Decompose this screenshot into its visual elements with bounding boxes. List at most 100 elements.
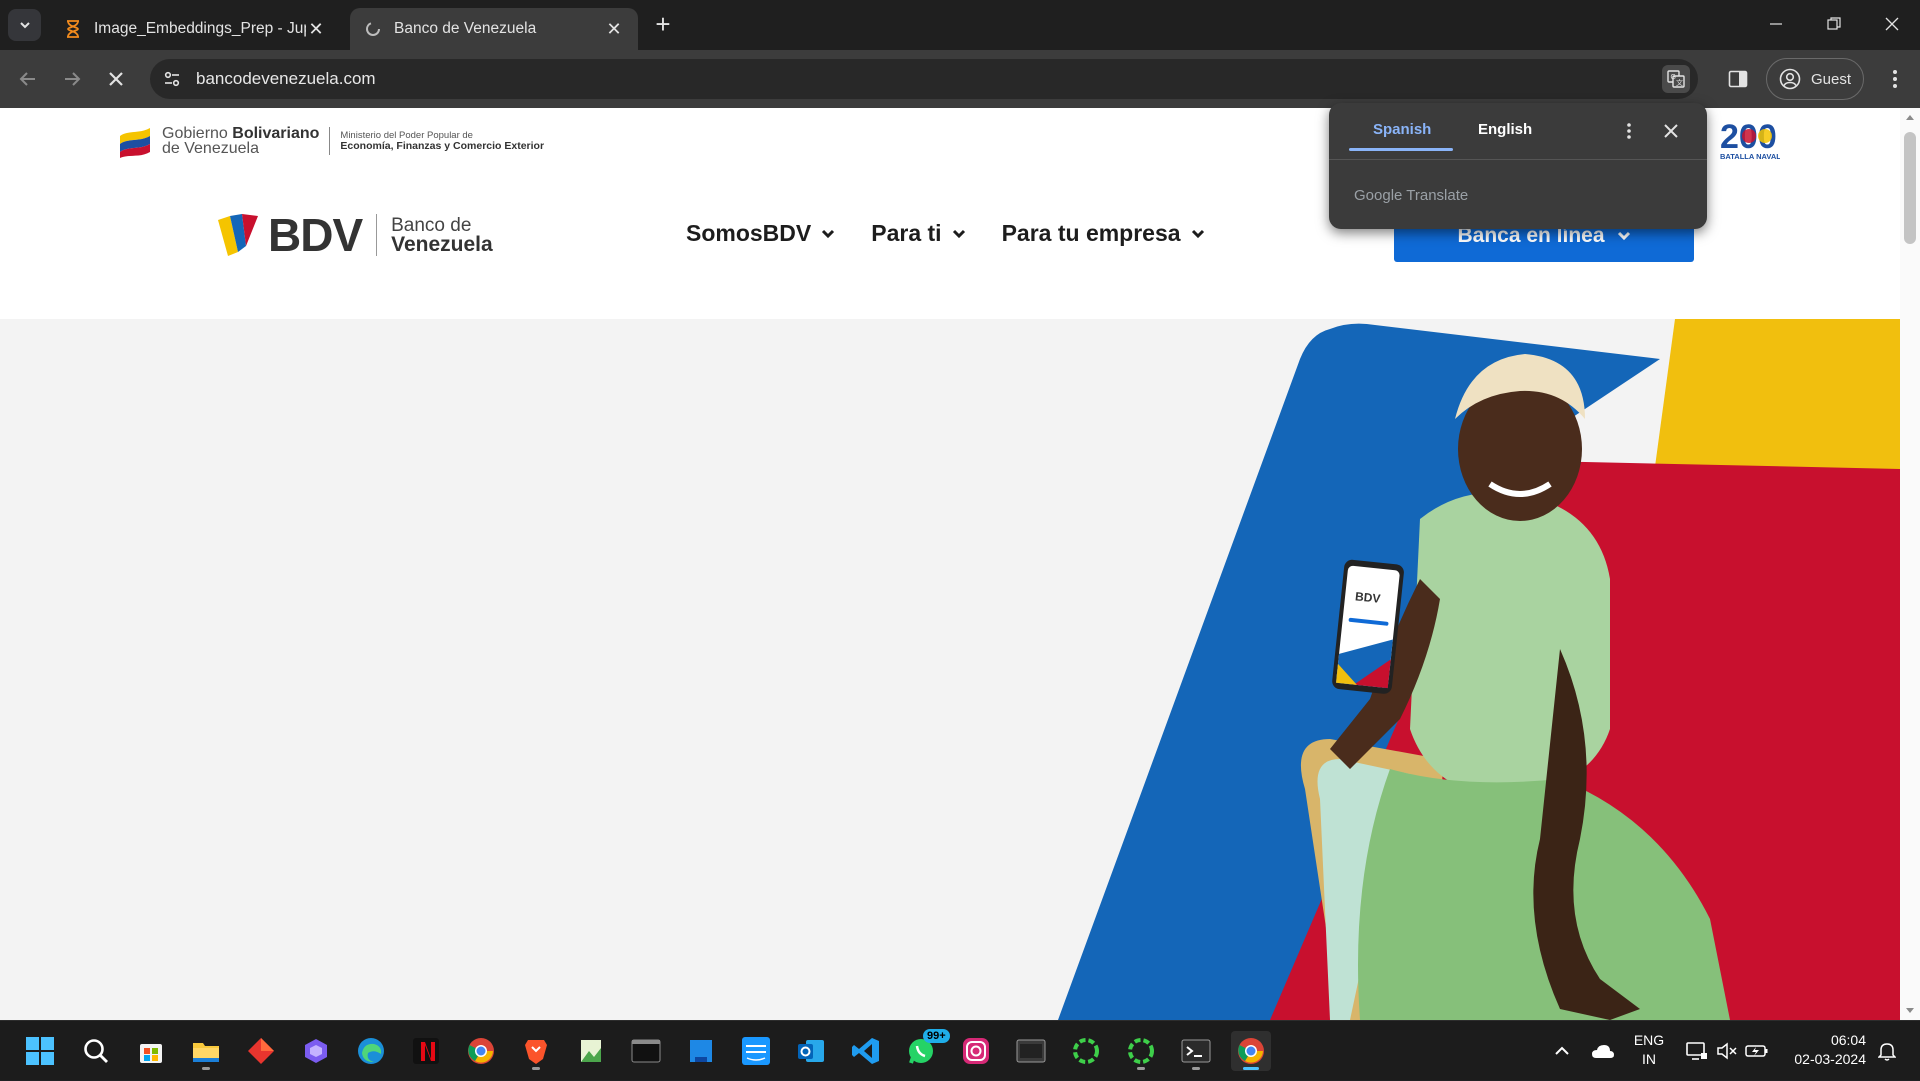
app-blue-icon (690, 1040, 712, 1062)
start-button[interactable] (20, 1031, 60, 1071)
arrow-right-icon (65, 72, 81, 86)
close-icon (109, 72, 123, 86)
profile-label: Guest (1811, 70, 1852, 88)
app-red-icon (248, 1038, 274, 1064)
taskbar-app-window[interactable] (1011, 1031, 1051, 1071)
network-icon (1686, 1042, 1707, 1060)
taskbar-whatsapp[interactable]: 99+ (901, 1029, 950, 1071)
taskbar-edge[interactable] (351, 1031, 391, 1071)
nav-somosbdv[interactable]: SomosBDV (686, 220, 835, 247)
input-language[interactable]: ENG IN (1626, 1031, 1672, 1069)
taskbar-chrome-active[interactable] (1231, 1031, 1271, 1071)
nav-para-tu-empresa[interactable]: Para tu empresa (1002, 220, 1205, 247)
bdv-logo[interactable]: BDV Banco de Venezuela (216, 208, 493, 262)
tab-search-button[interactable] (8, 9, 41, 41)
taskbar-app-red[interactable] (241, 1031, 281, 1071)
chevron-down-icon (19, 22, 30, 29)
browser-menu-button[interactable] (1880, 64, 1910, 94)
nav-para-ti[interactable]: Para ti (871, 220, 965, 247)
taskbar-search[interactable] (76, 1031, 116, 1071)
nav-label: SomosBDV (686, 220, 812, 246)
taskbar-app-ring-2[interactable] (1121, 1031, 1161, 1071)
taskbar-file-explorer[interactable] (186, 1031, 226, 1071)
translate-tab-spanish[interactable]: Spanish (1373, 121, 1431, 138)
close-icon[interactable]: ✕ (306, 19, 326, 39)
government-header: Gobierno Bolivariano de Venezuela Minist… (118, 124, 544, 158)
chrome-icon (1238, 1038, 1264, 1064)
logo-divider (376, 214, 378, 256)
forward-button[interactable] (54, 61, 90, 97)
taskbar-clock[interactable]: 06:04 02-03-2024 (1782, 1031, 1866, 1069)
scroll-thumb[interactable] (1904, 132, 1916, 244)
translate-close-button[interactable] (1659, 119, 1683, 143)
tab-jupyter[interactable]: Image_Embeddings_Prep - Jupy ✕ (50, 8, 340, 50)
close-window-button[interactable] (1872, 8, 1912, 40)
tab-title: Banco de Venezuela (394, 20, 537, 37)
instagram-icon (963, 1038, 989, 1064)
guest-avatar-icon (1779, 68, 1801, 90)
batalla-naval-200-logo: 200 BATALLA NAVAL (1718, 116, 1781, 166)
taskbar-vscode[interactable] (846, 1031, 886, 1071)
translate-tab-english[interactable]: English (1478, 121, 1532, 138)
taskbar-outlook[interactable] (791, 1031, 831, 1071)
taskbar-netflix[interactable] (406, 1031, 446, 1071)
terminal-icon (1181, 1039, 1211, 1063)
taskbar-instagram[interactable] (956, 1031, 996, 1071)
battery-button[interactable] (1744, 1021, 1770, 1081)
restore-icon (1827, 17, 1841, 30)
notifications-button[interactable] (1874, 1021, 1900, 1081)
taskbar-app-green[interactable] (571, 1031, 611, 1071)
profile-button[interactable]: Guest (1766, 58, 1864, 100)
taskbar-app-blue[interactable] (681, 1031, 721, 1071)
translate-icon[interactable]: G文 (1662, 65, 1690, 93)
prime-video-icon (742, 1037, 770, 1065)
chevron-up-icon (1555, 1046, 1569, 1055)
back-button[interactable] (10, 61, 46, 97)
onedrive-button[interactable] (1588, 1021, 1618, 1081)
tray-overflow-button[interactable] (1550, 1021, 1574, 1081)
translate-popup: Spanish English Google Translate (1329, 103, 1707, 229)
running-indicator (202, 1067, 210, 1070)
stop-loading-button[interactable] (98, 61, 134, 97)
brand-google: Google (1354, 187, 1403, 204)
taskbar-app-ring-1[interactable] (1066, 1031, 1106, 1071)
taskbar-copilot[interactable] (296, 1031, 336, 1071)
vscode-icon (852, 1038, 879, 1064)
store-icon (140, 1044, 162, 1063)
cloud-icon (1592, 1045, 1614, 1058)
running-indicator (1192, 1067, 1200, 1070)
address-bar[interactable]: bancodevenezuela.com G文 (150, 59, 1698, 99)
taskbar-store[interactable] (131, 1031, 171, 1071)
restore-button[interactable] (1814, 8, 1854, 40)
network-button[interactable] (1684, 1021, 1710, 1081)
close-icon[interactable]: ✕ (604, 19, 624, 39)
kebab-menu-icon (1893, 70, 1897, 88)
taskbar-prime-video[interactable] (736, 1031, 776, 1071)
netflix-icon (413, 1038, 439, 1064)
chevron-down-icon (1617, 231, 1630, 241)
site-info-icon[interactable] (160, 67, 184, 91)
taskbar-terminal-dark[interactable] (626, 1031, 666, 1071)
outlook-icon (798, 1040, 824, 1062)
divider (1329, 159, 1707, 160)
scroll-up-icon[interactable] (1900, 110, 1920, 124)
taskbar-terminal[interactable] (1176, 1031, 1216, 1071)
side-panel-button[interactable] (1724, 65, 1752, 93)
tab-banco-de-venezuela[interactable]: Banco de Venezuela ✕ (350, 8, 638, 50)
chevron-down-icon (1191, 229, 1204, 238)
window-app-icon (1016, 1039, 1046, 1063)
taskbar-chrome[interactable] (461, 1031, 501, 1071)
scroll-down-icon[interactable] (1900, 1004, 1920, 1018)
volume-button[interactable] (1714, 1021, 1740, 1081)
chevron-down-icon (952, 229, 965, 238)
page-scrollbar[interactable] (1900, 108, 1920, 1020)
gov-line2: de Venezuela (162, 140, 259, 157)
brave-icon (525, 1040, 547, 1064)
search-icon (84, 1039, 108, 1063)
close-icon (1885, 17, 1899, 31)
minimize-button[interactable] (1756, 8, 1796, 40)
taskbar-brave[interactable] (516, 1031, 556, 1071)
new-tab-button[interactable]: + (650, 11, 676, 38)
close-icon (1664, 124, 1678, 138)
translate-options-button[interactable] (1617, 119, 1641, 143)
